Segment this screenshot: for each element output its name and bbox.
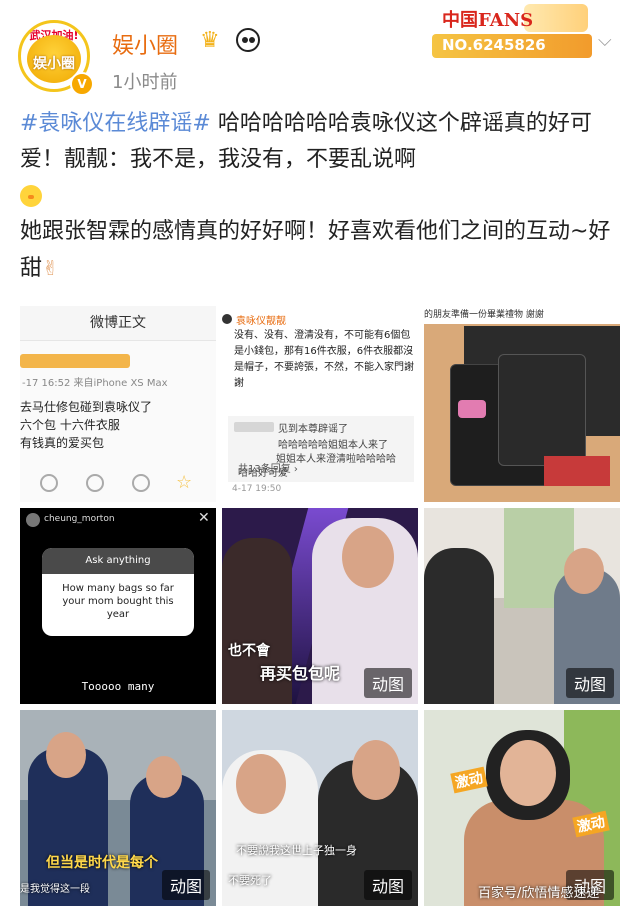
- qq-icon: [132, 474, 150, 492]
- image-home-scene-gif[interactable]: 动图: [424, 508, 620, 704]
- image-comment-screenshot[interactable]: 袁咏仪靓靓 没有、没有、澄清没有，不可能有6個包是小錢包，那有16件衣服，6件衣…: [222, 306, 418, 502]
- commenter-avatar: [222, 314, 232, 324]
- fans-badge-number: NO.6245826: [442, 36, 546, 54]
- image-actors-gif[interactable]: 不要說我这世上子独一身 不要死了 动图: [222, 710, 418, 906]
- comment-text: 没有、没有、澄清没有，不可能有6個包是小錢包，那有16件衣服，6件衣服都沒是帽子…: [234, 330, 414, 389]
- image-instagram-story[interactable]: cheung_morton ✕ Ask anything How many ba…: [20, 508, 216, 704]
- hashtag-link[interactable]: #袁咏仪在线辟谣#: [20, 111, 211, 136]
- image-excited-woman-gif[interactable]: 激动 激动 动图: [424, 710, 620, 906]
- gif-badge: 动图: [161, 870, 210, 900]
- excited-sticker: 激动: [450, 766, 488, 794]
- user-name[interactable]: 娱小圈: [112, 28, 178, 60]
- person-face: [500, 740, 556, 806]
- close-icon: ✕: [198, 510, 210, 526]
- weibo-header-label: 微博正文: [20, 306, 216, 341]
- fans-badge-title: 中国FANS: [442, 10, 534, 31]
- reply-line: 见到本尊辟谣了: [278, 424, 348, 435]
- image-tv-show-gif[interactable]: 也不會 再买包包呢 动图: [222, 508, 418, 704]
- wechat-icon: [40, 474, 58, 492]
- story-avatar: [26, 513, 40, 527]
- video-subtitle: 不要說我这世上子独一身: [236, 844, 357, 857]
- person-face: [46, 732, 86, 778]
- finger-heart-emoji-icon: ✌: [42, 256, 59, 280]
- watermark: 百家号/欣悟情感速递: [478, 886, 600, 901]
- chick-emoji-icon: [20, 185, 42, 207]
- video-subtitle: 但当是时代是每个: [46, 855, 158, 871]
- commenter-name: 袁咏仪靓靓: [236, 316, 286, 327]
- image-gift-photo[interactable]: 的朋友準備一份畢業禮物 謝謝: [424, 306, 620, 502]
- person-face: [146, 756, 182, 798]
- person-silhouette: [424, 548, 494, 704]
- person-face: [352, 740, 400, 800]
- story-username: cheung_morton: [44, 514, 115, 524]
- gif-badge: 动图: [363, 870, 412, 900]
- pink-sticker: [458, 400, 486, 418]
- screenshot-text-line: 六个包 十六件衣服: [20, 418, 120, 432]
- answer-text: Tooooo many: [81, 680, 155, 693]
- post-text: #袁咏仪在线辟谣# 哈哈哈哈哈哈袁咏仪这个辟谣真的好可爱！靓靓：我不是，我没有，…: [20, 106, 620, 287]
- video-subtitle: 是我觉得这一段: [20, 884, 90, 895]
- image-students-gif[interactable]: 但当是时代是每个 是我觉得这一段 动图: [20, 710, 216, 906]
- gif-badge: 动图: [565, 668, 614, 698]
- sticker-strip: [20, 354, 130, 368]
- person-face: [342, 526, 394, 588]
- fans-badge-decoration: [524, 4, 588, 32]
- question-text: How many bags so far your mom bought thi…: [62, 583, 174, 620]
- question-card: Ask anything How many bags so far your m…: [42, 548, 194, 636]
- video-subtitle: 也不會: [228, 643, 270, 659]
- handwritten-card: [498, 354, 586, 466]
- blurred-name: [234, 422, 274, 432]
- comment-date: 4-17 19:50: [232, 484, 282, 494]
- red-box: [544, 456, 610, 486]
- moments-icon: [86, 474, 104, 492]
- gif-badge: 动图: [363, 668, 412, 698]
- image-weibo-screenshot[interactable]: 微博正文 -17 16:52 来自iPhone XS Max 去马仕修包碰到袁咏…: [20, 306, 216, 502]
- reply-line: 哈哈哈哈哈姐姐本人来了: [278, 440, 388, 451]
- person-face: [236, 754, 286, 814]
- screenshot-text-line: 去马仕修包碰到袁咏仪了: [20, 400, 153, 414]
- chevron-down-icon[interactable]: ⌵: [598, 30, 612, 51]
- fans-badge[interactable]: 中国FANS NO.6245826: [432, 4, 592, 58]
- reply-count: 共13条回复 ›: [238, 464, 298, 475]
- post-text-part2: 她跟张智霖的感情真的好好啊！好喜欢看他们之间的互动~好甜: [20, 219, 611, 281]
- video-subtitle: 再买包包呢: [260, 664, 341, 683]
- crown-icon: ♛: [200, 28, 220, 53]
- screenshot-text-line: 有钱真的爱买包: [20, 436, 105, 450]
- post-meta: -17 16:52 来自iPhone XS Max: [22, 378, 168, 389]
- video-subtitle: 不要死了: [228, 874, 272, 887]
- avatar-logo-text: 娱小圈: [33, 56, 75, 72]
- person-face: [564, 548, 604, 594]
- image-grid: 微博正文 -17 16:52 来自iPhone XS Max 去马仕修包碰到袁咏…: [20, 306, 620, 906]
- panda-icon: [236, 28, 260, 52]
- photo-caption: 的朋友準備一份畢業禮物 謝謝: [424, 306, 620, 324]
- share-icons-row: ☆: [20, 472, 216, 494]
- question-header: Ask anything: [42, 548, 194, 574]
- star-icon: ☆: [176, 472, 193, 493]
- post-time: 1小时前: [112, 72, 178, 93]
- verified-badge-icon: V: [70, 72, 94, 96]
